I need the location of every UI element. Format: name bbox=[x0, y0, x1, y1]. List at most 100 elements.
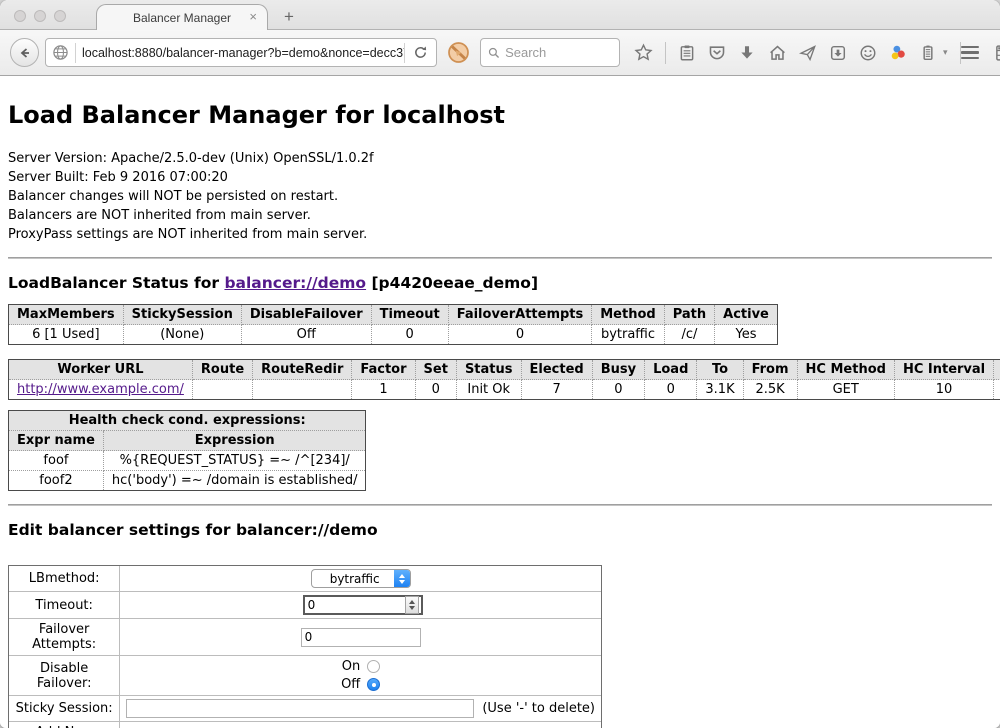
expression-cell: hc('body') =~ /domain is established/ bbox=[103, 471, 365, 491]
edit-settings-heading: Edit balancer settings for balancer://de… bbox=[8, 521, 992, 539]
overflow-caret-icon[interactable]: ▾ bbox=[943, 47, 948, 58]
send-tab-icon[interactable] bbox=[799, 44, 817, 62]
table-header-cell: Factor bbox=[352, 360, 415, 380]
new-tab-button[interactable]: + bbox=[284, 8, 294, 25]
table-cell: /c/ bbox=[664, 325, 714, 345]
number-spinner-icon[interactable] bbox=[405, 596, 419, 614]
tab-balancer-manager[interactable]: Balancer Manager × bbox=[96, 4, 268, 30]
select-arrows-icon bbox=[394, 570, 410, 587]
status-heading: LoadBalancer Status for balancer://demo … bbox=[8, 274, 992, 292]
table-header-cell: From bbox=[743, 360, 797, 380]
lbmethod-label: LBmethod: bbox=[9, 566, 120, 592]
server-version-line: Server Version: Apache/2.5.0-dev (Unix) … bbox=[8, 149, 992, 168]
disable-failover-on-radio[interactable] bbox=[367, 660, 380, 673]
table-header-cell: Expression bbox=[103, 431, 365, 451]
back-arrow-icon bbox=[17, 45, 33, 61]
worker-url-link[interactable]: http://www.example.com/ bbox=[17, 382, 184, 397]
table-cell: 0 bbox=[371, 325, 448, 345]
table-header-cell: Status bbox=[456, 360, 521, 380]
expr-name-cell: foof bbox=[9, 451, 103, 471]
back-button[interactable] bbox=[10, 38, 39, 67]
edit-balancer-form: LBmethod: bytraffic Timeout: bbox=[8, 565, 602, 728]
table-header-cell: Active bbox=[715, 305, 777, 325]
health-check-table: Health check cond. expressions: Expr nam… bbox=[8, 410, 366, 491]
disable-failover-label: Disable Failover: bbox=[9, 656, 120, 696]
expression-cell: %{REQUEST_STATUS} =~ /^[234]/ bbox=[103, 451, 365, 471]
table-cell: Off bbox=[241, 325, 371, 345]
balancer-status-table: MaxMembers StickySession DisableFailover… bbox=[8, 304, 778, 345]
window-controls bbox=[14, 10, 66, 22]
close-window-button[interactable] bbox=[14, 10, 26, 22]
disable-failover-off-radio[interactable] bbox=[367, 678, 380, 691]
table-header-cell: HC Method bbox=[797, 360, 894, 380]
table-header-cell: Method bbox=[592, 305, 664, 325]
table-cell: bytraffic bbox=[592, 325, 664, 345]
balancer-link[interactable]: balancer://demo bbox=[224, 274, 366, 292]
worker-table: Worker URL Route RouteRedir Factor Set S… bbox=[8, 359, 1000, 400]
battery-extension-icon[interactable] bbox=[919, 44, 937, 62]
radio-off-label: Off bbox=[341, 677, 360, 692]
table-header-cell: Passes bbox=[994, 360, 1000, 380]
table-row: http://www.example.com/ 1 0 Init Ok 7 0 … bbox=[9, 380, 1000, 400]
table-cell: 0 bbox=[645, 380, 697, 400]
reload-button[interactable] bbox=[405, 45, 436, 60]
pocket-icon[interactable] bbox=[708, 44, 726, 62]
inherit-note-line: Balancers are NOT inherited from main se… bbox=[8, 206, 992, 225]
table-header-cell: Timeout bbox=[371, 305, 448, 325]
timeout-label: Timeout: bbox=[9, 592, 120, 619]
persist-note-line: Balancer changes will NOT be persisted o… bbox=[8, 187, 992, 206]
status-heading-prefix: LoadBalancer Status for bbox=[8, 274, 224, 292]
failover-attempts-input[interactable] bbox=[301, 628, 421, 647]
feedback-smiley-icon[interactable] bbox=[859, 44, 877, 62]
table-header-cell: FailoverAttempts bbox=[448, 305, 592, 325]
table-cell: Init Ok bbox=[456, 380, 521, 400]
lbmethod-selected-value: bytraffic bbox=[312, 570, 394, 587]
downloads-icon[interactable] bbox=[738, 44, 756, 62]
expr-name-cell: foof2 bbox=[9, 471, 103, 491]
table-cell: 1 bbox=[352, 380, 415, 400]
table-cell: GET bbox=[797, 380, 894, 400]
tab-close-icon[interactable]: × bbox=[249, 9, 257, 24]
url-input[interactable] bbox=[76, 39, 404, 66]
table-row: 6 [1 Used] (None) Off 0 0 bytraffic /c/ … bbox=[9, 325, 777, 345]
tab-strip: Balancer Manager × + bbox=[0, 0, 1000, 30]
divider bbox=[8, 257, 992, 259]
zoom-window-button[interactable] bbox=[54, 10, 66, 22]
bookmark-star-icon[interactable] bbox=[634, 43, 653, 62]
table-header-cell: Elected bbox=[521, 360, 592, 380]
table-header-cell: MaxMembers bbox=[9, 305, 123, 325]
colored-dots-extension-icon[interactable] bbox=[889, 44, 907, 62]
server-built-line: Server Built: Feb 9 2016 07:00:20 bbox=[8, 168, 992, 187]
download-box-icon[interactable] bbox=[829, 44, 847, 62]
sticky-session-hint: (Use '-' to delete) bbox=[474, 701, 595, 716]
table-header-cell: Path bbox=[664, 305, 714, 325]
url-bar[interactable] bbox=[45, 38, 437, 67]
globe-icon[interactable] bbox=[46, 44, 75, 61]
table-cell: 10 bbox=[894, 380, 993, 400]
radio-on-label: On bbox=[341, 659, 360, 674]
search-input[interactable] bbox=[505, 45, 612, 60]
reading-list-icon[interactable] bbox=[678, 44, 696, 62]
server-info: Server Version: Apache/2.5.0-dev (Unix) … bbox=[8, 149, 992, 244]
sticky-session-input[interactable] bbox=[126, 699, 474, 718]
menu-icon[interactable] bbox=[961, 46, 979, 60]
tile-tabs-icon[interactable] bbox=[995, 43, 1000, 63]
home-icon[interactable] bbox=[768, 43, 787, 62]
divider bbox=[8, 504, 992, 506]
minimize-window-button[interactable] bbox=[34, 10, 46, 22]
table-header-cell: Worker URL bbox=[9, 360, 192, 380]
toolbar-right-group bbox=[961, 43, 1000, 63]
reload-icon bbox=[413, 45, 428, 60]
status-heading-suffix: [p4420eeae_demo] bbox=[366, 274, 538, 292]
search-box[interactable] bbox=[480, 38, 620, 67]
adblocker-button[interactable] bbox=[447, 41, 470, 64]
toolbar-separator bbox=[665, 42, 666, 64]
table-header-cell: To bbox=[697, 360, 743, 380]
navigation-toolbar: ▾ bbox=[0, 30, 1000, 76]
table-header-cell: Route bbox=[192, 360, 252, 380]
failover-attempts-label: Failover Attempts: bbox=[9, 619, 120, 656]
table-cell: 6 [1 Used] bbox=[9, 325, 123, 345]
table-row: foof %{REQUEST_STATUS} =~ /^[234]/ bbox=[9, 451, 365, 471]
lbmethod-select[interactable]: bytraffic bbox=[311, 569, 411, 588]
add-worker-label: Add New Worker: bbox=[9, 722, 120, 728]
